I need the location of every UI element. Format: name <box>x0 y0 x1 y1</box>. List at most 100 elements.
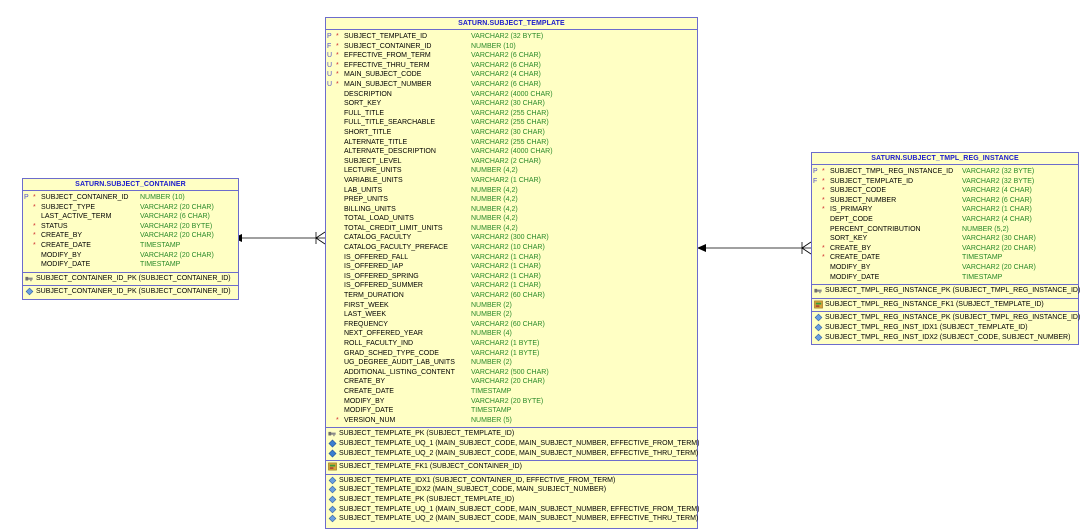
constraint-row[interactable]: SUBJECT_TMPL_REG_INSTANCE_PK (SUBJECT_TM… <box>812 313 1080 323</box>
column-row[interactable]: * SUBJECT_NUMBER VARCHAR2 (6 CHAR) <box>812 196 1078 206</box>
column-row[interactable]: LAB_UNITS NUMBER (4,2) <box>326 186 697 196</box>
column-name: LAST_WEEK <box>344 311 387 319</box>
column-row[interactable]: TERM_DURATION VARCHAR2 (60 CHAR) <box>326 291 697 301</box>
column-row[interactable]: ALTERNATE_DESCRIPTION VARCHAR2 (4000 CHAR… <box>326 147 697 157</box>
column-row[interactable]: TOTAL_CREDIT_LIMIT_UNITS NUMBER (4,2) <box>326 224 697 234</box>
column-row[interactable]: ROLL_FACULTY_IND VARCHAR2 (1 BYTE) <box>326 339 697 349</box>
column-row[interactable]: P * SUBJECT_CONTAINER_ID NUMBER (10) <box>23 193 238 203</box>
key-section: SUBJECT_TEMPLATE_IDX1 (SUBJECT_CONTAINER… <box>326 473 700 526</box>
constraint-text: SUBJECT_TEMPLATE_UQ_1 (MAIN_SUBJECT_CODE… <box>339 439 700 447</box>
column-row[interactable]: MODIFY_BY VARCHAR2 (20 CHAR) <box>812 263 1078 273</box>
constraint-row[interactable]: SUBJECT_TEMPLATE_UQ_1 (MAIN_SUBJECT_CODE… <box>326 439 700 449</box>
required-marker: * <box>822 187 825 195</box>
column-name: BILLING_UNITS <box>344 205 396 213</box>
table-subject-tmpl-reg-instance[interactable]: SATURN.SUBJECT_TMPL_REG_INSTANCE P * SUBJE… <box>811 152 1080 346</box>
column-row[interactable]: PERCENT_CONTRIBUTION NUMBER (5,2) <box>812 225 1078 235</box>
column-row[interactable]: PREP_UNITS NUMBER (4,2) <box>326 195 697 205</box>
column-type: NUMBER (4,2) <box>471 167 518 175</box>
column-row[interactable]: CREATE_BY VARCHAR2 (20 CHAR) <box>326 377 697 387</box>
column-row[interactable]: F * SUBJECT_CONTAINER_ID NUMBER (10) <box>326 42 697 52</box>
column-row[interactable]: MODIFY_DATE TIMESTAMP <box>326 406 697 416</box>
constraint-row[interactable]: SUBJECT_TMPL_REG_INSTANCE_FK1 (SUBJECT_T… <box>812 300 1078 310</box>
constraint-row[interactable]: SUBJECT_TEMPLATE_PK (SUBJECT_TEMPLATE_ID… <box>326 495 697 505</box>
required-marker: * <box>336 33 339 40</box>
column-row[interactable]: MODIFY_BY VARCHAR2 (20 CHAR) <box>23 251 238 261</box>
column-row[interactable]: FULL_TITLE VARCHAR2 (255 CHAR) <box>326 109 697 119</box>
relationship-container-template[interactable] <box>233 231 326 245</box>
relationship-template-reg-instance[interactable] <box>697 241 812 255</box>
column-row[interactable]: SORT_KEY VARCHAR2 (30 CHAR) <box>326 99 697 109</box>
column-row[interactable]: TOTAL_LOAD_UNITS NUMBER (4,2) <box>326 214 697 224</box>
column-row[interactable]: MODIFY_DATE TIMESTAMP <box>812 273 1078 283</box>
column-row[interactable]: IS_OFFERED_SPRING VARCHAR2 (1 CHAR) <box>326 272 697 282</box>
constraint-row[interactable]: SUBJECT_CONTAINER_ID_PK (SUBJECT_CONTAIN… <box>23 287 238 297</box>
column-row[interactable]: FULL_TITLE_SEARCHABLE VARCHAR2 (255 CHAR) <box>326 118 697 128</box>
column-name: CREATE_BY <box>830 244 872 252</box>
column-row[interactable]: * SUBJECT_TYPE VARCHAR2 (20 CHAR) <box>23 203 238 213</box>
column-row[interactable]: IS_OFFERED_IAP VARCHAR2 (1 CHAR) <box>326 262 697 272</box>
fk-key-icon <box>814 300 823 310</box>
column-row[interactable]: U * EFFECTIVE_FROM_TERM VARCHAR2 (6 CHAR) <box>326 51 697 61</box>
column-row[interactable]: LAST_WEEK NUMBER (2) <box>326 310 697 320</box>
column-type: VARCHAR2 (1 BYTE) <box>471 349 540 357</box>
column-row[interactable]: P * SUBJECT_TEMPLATE_ID VARCHAR2 (32 BYTE) <box>326 32 697 42</box>
column-row[interactable]: NEXT_OFFERED_YEAR NUMBER (4) <box>326 329 697 339</box>
column-row[interactable]: SORT_KEY VARCHAR2 (30 CHAR) <box>812 234 1078 244</box>
column-name: IS_OFFERED_FALL <box>344 253 409 261</box>
key-indicator: P <box>327 33 332 40</box>
column-row[interactable]: * CREATE_DATE TIMESTAMP <box>812 253 1078 263</box>
column-row[interactable]: P * SUBJECT_TMPL_REG_INSTANCE_ID VARCHAR2 (… <box>812 167 1078 177</box>
column-row[interactable]: DEPT_CODE VARCHAR2 (4 CHAR) <box>812 215 1078 225</box>
column-row[interactable]: F * SUBJECT_TEMPLATE_ID VARCHAR2 (32 BYTE) <box>812 177 1078 187</box>
constraint-text: SUBJECT_TEMPLATE_UQ_2 (MAIN_SUBJECT_CODE… <box>339 515 699 523</box>
column-row[interactable]: * SUBJECT_CODE VARCHAR2 (4 CHAR) <box>812 186 1078 196</box>
column-row[interactable]: MODIFY_BY VARCHAR2 (20 BYTE) <box>326 397 697 407</box>
constraint-row[interactable]: SUBJECT_CONTAINER_ID_PK (SUBJECT_CONTAIN… <box>23 274 238 284</box>
column-row[interactable]: * VERSION_NUM NUMBER (5) <box>326 416 697 426</box>
constraint-row[interactable]: SUBJECT_TEMPLATE_IDX1 (SUBJECT_CONTAINER… <box>326 476 697 486</box>
column-row[interactable]: CATALOG_FACULTY VARCHAR2 (300 CHAR) <box>326 233 697 243</box>
column-row[interactable]: CATALOG_FACULTY_PREFACE VARCHAR2 (10 CHAR… <box>326 243 697 253</box>
table-subject-template[interactable]: SATURN.SUBJECT_TEMPLATE P * SUBJECT_TEMPLA… <box>325 17 700 529</box>
required-marker: * <box>822 206 825 214</box>
column-row[interactable]: * CREATE_DATE TIMESTAMP <box>23 241 238 251</box>
column-row[interactable]: IS_OFFERED_FALL VARCHAR2 (1 CHAR) <box>326 253 697 263</box>
column-row[interactable]: ADDITIONAL_LISTING_CONTENT VARCHAR2 (500 … <box>326 368 697 378</box>
column-row[interactable]: SHORT_TITLE VARCHAR2 (30 CHAR) <box>326 128 697 138</box>
column-row[interactable]: CREATE_DATE TIMESTAMP <box>326 387 697 397</box>
constraint-row[interactable]: SUBJECT_TEMPLATE_FK1 (SUBJECT_CONTAINER_… <box>326 462 697 472</box>
constraint-row[interactable]: SUBJECT_TEMPLATE_UQ_2 (MAIN_SUBJECT_CODE… <box>326 449 698 459</box>
constraint-row[interactable]: SUBJECT_TEMPLATE_UQ_1 (MAIN_SUBJECT_CODE… <box>326 505 700 515</box>
column-row[interactable]: * CREATE_BY VARCHAR2 (20 CHAR) <box>23 231 238 241</box>
column-row[interactable]: IS_OFFERED_SUMMER VARCHAR2 (1 CHAR) <box>326 281 697 291</box>
column-row[interactable]: LAST_ACTIVE_TERM VARCHAR2 (6 CHAR) <box>23 212 238 222</box>
column-row[interactable]: UG_DEGREE_AUDIT_LAB_UNITS NUMBER (2) <box>326 358 697 368</box>
constraint-row[interactable]: SUBJECT_TMPL_REG_INST_IDX2 (SUBJECT_CODE… <box>812 333 1078 343</box>
column-type: TIMESTAMP <box>962 254 1003 262</box>
column-row[interactable]: FIRST_WEEK NUMBER (2) <box>326 301 697 311</box>
column-row[interactable]: SUBJECT_LEVEL VARCHAR2 (2 CHAR) <box>326 157 697 167</box>
key-indicator: P <box>24 194 29 201</box>
column-row[interactable]: U * EFFECTIVE_THRU_TERM VARCHAR2 (6 CHAR) <box>326 61 697 71</box>
column-row[interactable]: GRAD_SCHED_TYPE_CODE VARCHAR2 (1 BYTE) <box>326 349 697 359</box>
column-row[interactable]: * IS_PRIMARY VARCHAR2 (1 CHAR) <box>812 205 1078 215</box>
column-row[interactable]: MODIFY_DATE TIMESTAMP <box>23 260 238 270</box>
column-row[interactable]: ALTERNATE_TITLE VARCHAR2 (255 CHAR) <box>326 138 697 148</box>
constraint-row[interactable]: SUBJECT_TEMPLATE_PK (SUBJECT_TEMPLATE_ID… <box>326 429 697 439</box>
constraint-row[interactable]: SUBJECT_TEMPLATE_IDX2 (MAIN_SUBJECT_CODE… <box>326 485 697 495</box>
constraint-row[interactable]: SUBJECT_TMPL_REG_INSTANCE_PK (SUBJECT_TM… <box>812 286 1080 296</box>
column-name: SUBJECT_TEMPLATE_ID <box>344 33 428 40</box>
table-subject-container[interactable]: SATURN.SUBJECT_CONTAINER P * SUBJECT_CONTA… <box>22 178 239 300</box>
column-row[interactable]: DESCRIPTION VARCHAR2 (4000 CHAR) <box>326 90 697 100</box>
column-row[interactable]: * STATUS VARCHAR2 (20 BYTE) <box>23 222 238 232</box>
constraint-row[interactable]: SUBJECT_TMPL_REG_INST_IDX1 (SUBJECT_TEMP… <box>812 323 1078 333</box>
column-row[interactable]: LECTURE_UNITS NUMBER (4,2) <box>326 166 697 176</box>
column-row[interactable]: VARIABLE_UNITS VARCHAR2 (1 CHAR) <box>326 176 697 186</box>
column-row[interactable]: U * MAIN_SUBJECT_NUMBER VARCHAR2 (6 CHAR) <box>326 80 697 90</box>
column-row[interactable]: FREQUENCY VARCHAR2 (60 CHAR) <box>326 320 697 330</box>
constraint-row[interactable]: SUBJECT_TEMPLATE_UQ_2 (MAIN_SUBJECT_CODE… <box>326 514 699 524</box>
column-row[interactable]: U * MAIN_SUBJECT_CODE VARCHAR2 (4 CHAR) <box>326 70 697 80</box>
column-row[interactable]: * CREATE_BY VARCHAR2 (20 CHAR) <box>812 244 1078 254</box>
column-row[interactable]: BILLING_UNITS NUMBER (4,2) <box>326 205 697 215</box>
constraint-text: SUBJECT_TEMPLATE_UQ_1 (MAIN_SUBJECT_CODE… <box>339 505 700 513</box>
